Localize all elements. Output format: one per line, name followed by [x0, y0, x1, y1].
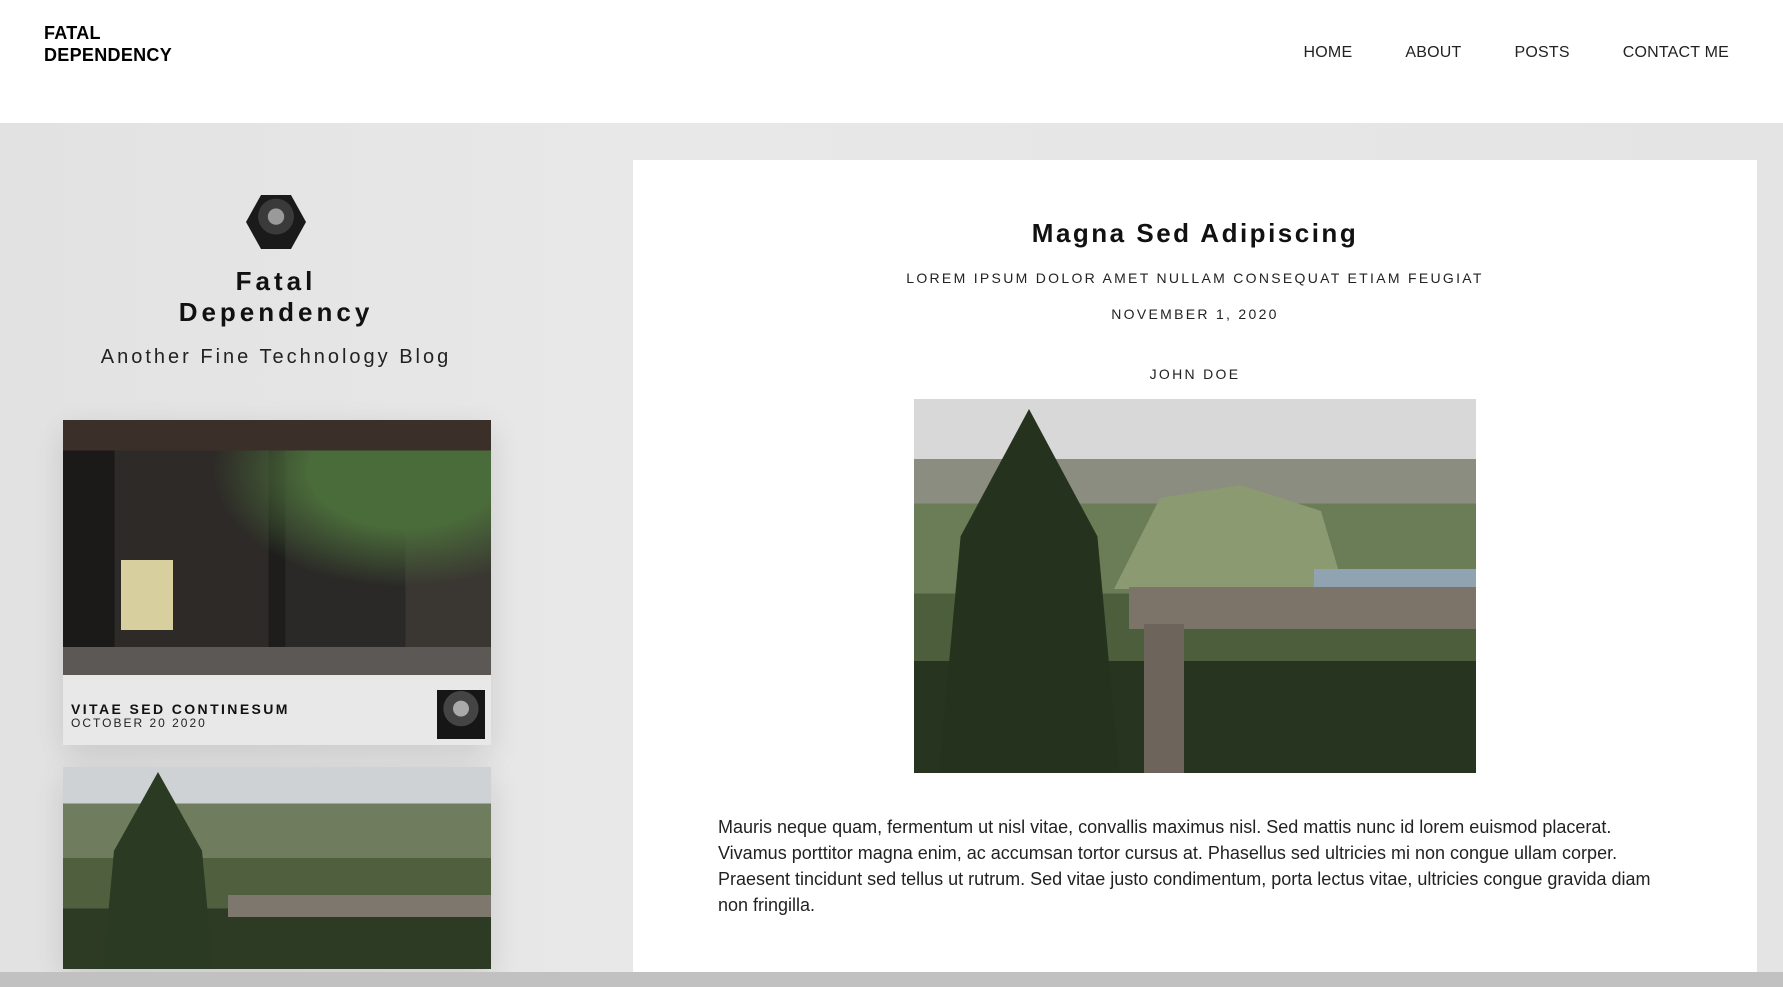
post-card-meta: VITAE SED CONTINESUM OCTOBER 20 2020 — [71, 702, 290, 730]
post-title: Magna Sed Adipiscing — [1031, 218, 1359, 248]
street — [63, 647, 491, 675]
cliff — [1114, 485, 1344, 589]
post-card-author-avatar — [437, 690, 485, 739]
horizontal-scrollbar[interactable] — [0, 972, 1783, 987]
logo-line-1: FATAL — [44, 23, 101, 43]
post-card[interactable] — [63, 767, 491, 969]
pillar — [1144, 624, 1184, 773]
poster — [121, 560, 173, 630]
bridge — [1129, 587, 1476, 629]
sidebar-subtitle: Another Fine Technology Blog — [100, 346, 452, 368]
post-hero-image — [914, 399, 1476, 773]
sidebar-title-line-2: Dependency — [178, 297, 374, 327]
nav-contact-me[interactable]: CONTACT ME — [1623, 44, 1729, 62]
nav-about[interactable]: ABOUT — [1405, 44, 1461, 62]
post-subtitle: LOREM IPSUM DOLOR AMET NULLAM CONSEQUAT … — [906, 270, 1484, 286]
post-card-image[interactable] — [63, 420, 491, 675]
bridge — [228, 895, 491, 917]
nav-home[interactable]: HOME — [1304, 44, 1353, 62]
tree — [103, 772, 213, 969]
logo-line-2: DEPENDENCY — [44, 45, 173, 65]
post-body: Mauris neque quam, fermentum ut nisl vit… — [718, 817, 1651, 915]
article: Magna Sed Adipiscing LOREM IPSUM DOLOR A… — [633, 160, 1757, 972]
post-date: NOVEMBER 1, 2020 — [1111, 306, 1279, 322]
post-author: JOHN DOE — [1149, 366, 1241, 382]
post-card-image[interactable] — [63, 767, 491, 969]
tree — [939, 409, 1119, 773]
post-card-date: OCTOBER 20 2020 — [71, 716, 207, 730]
sidebar-title-line-1: Fatal — [235, 266, 317, 296]
main-nav: HOME ABOUT POSTS CONTACT ME — [1304, 44, 1729, 62]
sidebar-site-title: Fatal Dependency — [140, 266, 412, 328]
nav-posts[interactable]: POSTS — [1514, 44, 1569, 62]
post-card-title[interactable]: VITAE SED CONTINESUM — [71, 702, 290, 717]
site-logo[interactable]: FATAL DEPENDENCY — [44, 22, 172, 66]
post-card[interactable]: VITAE SED CONTINESUM OCTOBER 20 2020 — [63, 420, 491, 745]
top-bar: FATAL DEPENDENCY HOME ABOUT POSTS CONTAC… — [0, 0, 1783, 123]
